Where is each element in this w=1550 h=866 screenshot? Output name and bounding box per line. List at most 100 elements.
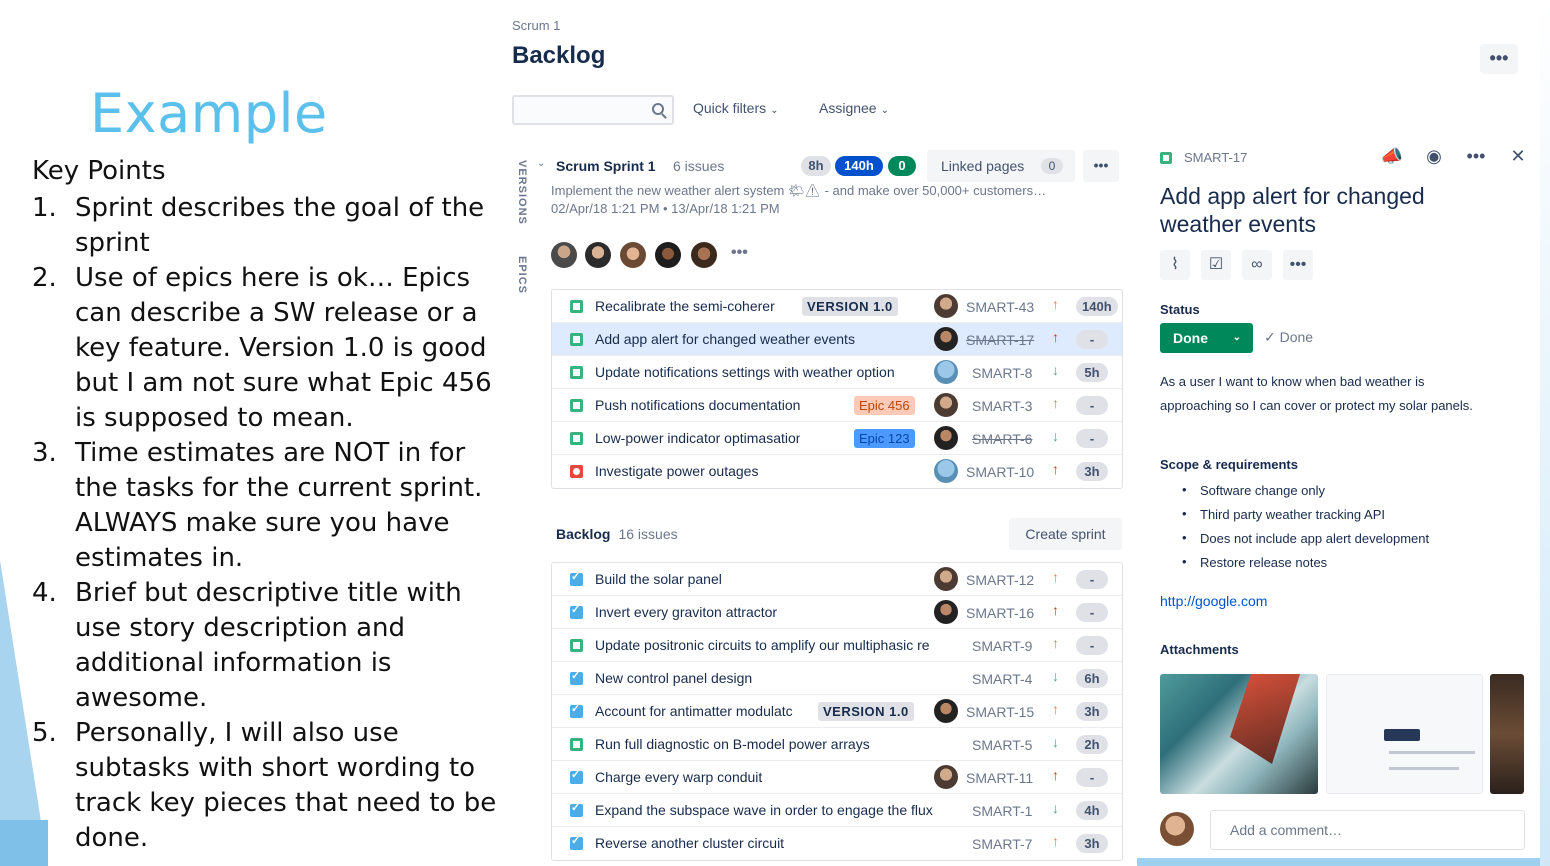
issue-summary[interactable]: Reverse another cluster circuit <box>595 835 973 851</box>
create-sprint-button[interactable]: Create sprint <box>1009 518 1122 550</box>
assignee-avatar[interactable] <box>934 360 958 384</box>
issue-row[interactable]: Run full diagnostic on B-model power arr… <box>552 728 1122 761</box>
estimate-badge[interactable]: - <box>1076 429 1108 448</box>
sprint-more-button[interactable]: ••• <box>1083 150 1119 182</box>
assignee-avatar[interactable] <box>934 765 958 789</box>
epic-lozenge[interactable]: Epic 123 <box>854 429 915 448</box>
issue-row[interactable]: Reverse another cluster circuitSMART-7 ↑ 3… <box>552 827 1122 860</box>
epics-tab[interactable]: EPICS <box>516 256 528 294</box>
close-icon[interactable]: ✕ <box>1504 146 1532 167</box>
issue-key[interactable]: SMART-5 <box>972 737 1032 753</box>
description-link[interactable]: http://google.com <box>1160 593 1267 609</box>
issue-summary[interactable]: New control panel design <box>595 670 973 686</box>
issue-row[interactable]: New control panel designSMART-4 ↓ 6h <box>552 662 1122 695</box>
breadcrumb[interactable]: Scrum 1 <box>512 18 560 33</box>
search-input[interactable] <box>512 95 674 125</box>
issue-row[interactable]: Account for antimatter modulatcVERSION 1… <box>552 695 1122 728</box>
issue-summary[interactable]: Update notifications settings with weath… <box>595 364 930 380</box>
issue-summary[interactable]: Investigate power outages <box>595 463 930 479</box>
estimate-badge[interactable]: - <box>1076 570 1108 589</box>
issue-description[interactable]: As a user I want to know when bad weathe… <box>1160 370 1490 418</box>
issue-key[interactable]: SMART-11 <box>966 770 1033 786</box>
estimate-badge[interactable]: 5h <box>1076 363 1108 382</box>
more-avatars-button[interactable]: ••• <box>731 244 748 262</box>
epic-lozenge[interactable]: Epic 456 <box>854 396 915 415</box>
estimate-badge[interactable]: 3h <box>1076 462 1108 481</box>
issue-summary[interactable]: Recalibrate the semi-coherer <box>595 298 800 314</box>
version-lozenge[interactable]: VERSION 1.0 <box>802 297 898 316</box>
estimate-badge[interactable]: 140h <box>1076 297 1118 316</box>
more-icon[interactable]: ••• <box>1283 250 1313 280</box>
feedback-icon[interactable]: 📣 <box>1378 146 1406 167</box>
issue-key[interactable]: SMART-17 <box>966 332 1034 348</box>
attachment-thumbnail[interactable] <box>1326 674 1483 794</box>
estimate-badge[interactable]: 2h <box>1076 735 1108 754</box>
issue-summary[interactable]: Update positronic circuits to amplify ou… <box>595 637 973 653</box>
issue-row[interactable]: Investigate power outages SMART-10 ↑ 3h <box>552 455 1122 488</box>
estimate-badge[interactable]: - <box>1076 768 1108 787</box>
issue-key[interactable]: SMART-15 <box>966 704 1034 720</box>
avatar[interactable] <box>551 242 577 268</box>
assignee-avatar[interactable] <box>934 294 958 318</box>
sprint-name[interactable]: Scrum Sprint 1 <box>556 158 656 174</box>
issue-key[interactable]: SMART-8 <box>972 365 1032 381</box>
issue-key[interactable]: SMART-43 <box>966 299 1034 315</box>
estimate-badge[interactable]: - <box>1076 603 1108 622</box>
issue-title[interactable]: Add app alert for changed weather events <box>1160 182 1500 238</box>
issue-row[interactable]: Low-power indicator optimasation on Epic … <box>552 422 1122 455</box>
issue-summary[interactable]: Push notifications documentation upc <box>595 397 800 413</box>
issue-key[interactable]: SMART-4 <box>972 671 1032 687</box>
quick-filters-dropdown[interactable]: Quick filters ⌄ <box>693 100 779 116</box>
issue-key[interactable]: SMART-16 <box>966 605 1034 621</box>
estimate-badge[interactable]: 3h <box>1076 834 1108 853</box>
issue-summary[interactable]: Expand the subspace wave in order to eng… <box>595 802 973 818</box>
page-more-button[interactable]: ••• <box>1480 44 1518 74</box>
issue-summary[interactable]: Charge every warp conduit <box>595 769 973 785</box>
assignee-avatar[interactable] <box>934 426 958 450</box>
issue-key[interactable]: SMART-7 <box>972 836 1032 852</box>
issue-key[interactable]: SMART-1 <box>972 803 1032 819</box>
issue-key[interactable]: SMART-17 <box>1160 150 1247 165</box>
attach-icon[interactable]: ⌇ <box>1160 250 1190 280</box>
version-lozenge[interactable]: VERSION 1.0 <box>818 702 914 721</box>
issue-key[interactable]: SMART-12 <box>966 572 1034 588</box>
avatar[interactable] <box>691 242 717 268</box>
issue-summary[interactable]: Add app alert for changed weather events <box>595 331 930 347</box>
estimate-badge[interactable]: - <box>1076 330 1108 349</box>
issue-row[interactable]: Update notifications settings with weath… <box>552 356 1122 389</box>
link-icon[interactable]: ∞ <box>1242 250 1272 280</box>
issue-row[interactable]: Invert every graviton attractorSMART-16 ↑… <box>552 596 1122 629</box>
estimate-badge[interactable]: - <box>1076 396 1108 415</box>
avatar[interactable] <box>620 242 646 268</box>
issue-summary[interactable]: Invert every graviton attractor <box>595 604 973 620</box>
linked-pages-button[interactable]: Linked pages 0 <box>927 150 1075 182</box>
watch-icon[interactable]: ◉ <box>1420 146 1448 167</box>
issue-summary[interactable]: Build the solar panel <box>595 571 973 587</box>
attachment-thumbnail[interactable] <box>1490 674 1524 794</box>
issue-summary[interactable]: Account for antimatter modulatc <box>595 703 815 719</box>
assignee-avatar[interactable] <box>934 459 958 483</box>
issue-summary[interactable]: Low-power indicator optimasation on <box>595 430 800 446</box>
comment-input[interactable]: Add a comment… <box>1210 810 1525 850</box>
issue-summary[interactable]: Run full diagnostic on B-model power arr… <box>595 736 973 752</box>
assignee-avatar[interactable] <box>934 699 958 723</box>
assignee-dropdown[interactable]: Assignee ⌄ <box>819 100 889 116</box>
issue-row[interactable]: Update positronic circuits to amplify ou… <box>552 629 1122 662</box>
issue-key[interactable]: SMART-10 <box>966 464 1034 480</box>
issue-row[interactable]: Recalibrate the semi-coherer VERSION 1.0 S… <box>552 290 1122 323</box>
assignee-avatar[interactable] <box>934 600 958 624</box>
estimate-badge[interactable]: - <box>1076 636 1108 655</box>
issue-row[interactable]: Build the solar panelSMART-12 ↑ - <box>552 563 1122 596</box>
status-dropdown[interactable]: Done ⌄ <box>1160 323 1253 353</box>
estimate-badge[interactable]: 3h <box>1076 702 1108 721</box>
issue-row[interactable]: Add app alert for changed weather events… <box>552 323 1122 356</box>
attachment-thumbnail[interactable] <box>1160 674 1318 794</box>
issue-key[interactable]: SMART-6 <box>972 431 1032 447</box>
versions-tab[interactable]: VERSIONS <box>516 160 528 225</box>
issue-row[interactable]: Push notifications documentation upc Epic… <box>552 389 1122 422</box>
avatar[interactable] <box>655 242 681 268</box>
avatar[interactable] <box>585 242 611 268</box>
collapse-chevron-icon[interactable]: ⌄ <box>537 158 545 169</box>
issue-row[interactable]: Expand the subspace wave in order to eng… <box>552 794 1122 827</box>
more-icon[interactable]: ••• <box>1462 146 1490 167</box>
